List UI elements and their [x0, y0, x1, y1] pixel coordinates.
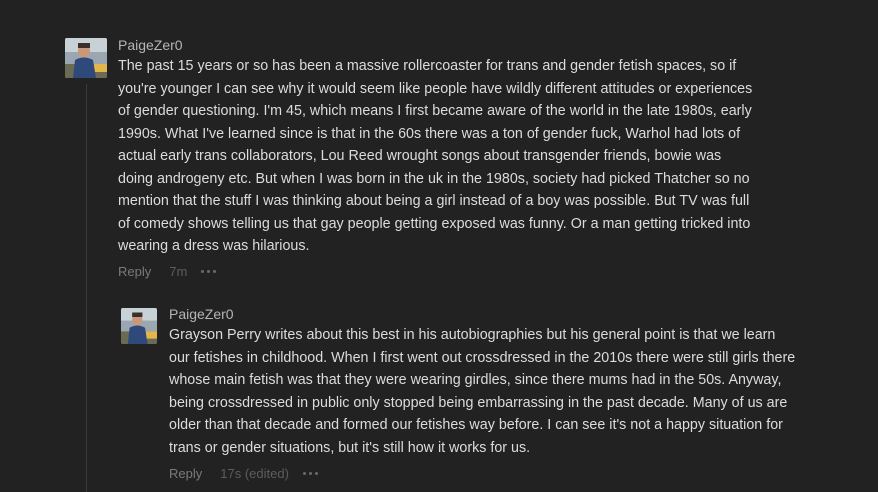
comment-text-line: our fetishes in childhood. When I first …	[169, 349, 796, 366]
comment-actions: Reply 7m	[118, 263, 752, 281]
timestamp[interactable]: 7m	[169, 264, 187, 279]
more-horizontal-icon[interactable]	[201, 267, 217, 277]
comment-body: PaigeZer0 The past 15 years or so has be…	[118, 36, 752, 281]
avatar-image	[65, 38, 107, 78]
comment-thread: PaigeZer0 The past 15 years or so has be…	[0, 0, 878, 492]
comment-text-line: wearing a dress was hilarious.	[118, 238, 310, 254]
thread-line[interactable]	[86, 84, 87, 492]
comment-text-line: whose main fetish was that they were wea…	[169, 372, 782, 388]
comment-text-line: older than that decade and formed our fe…	[169, 417, 783, 433]
avatar[interactable]	[121, 308, 157, 344]
comment-text-line: you're younger I can see why it would se…	[118, 80, 753, 97]
username[interactable]: PaigeZer0	[118, 36, 752, 54]
comment-actions: Reply 17s (edited)	[169, 464, 795, 482]
username[interactable]: PaigeZer0	[169, 305, 795, 323]
comment-text-line: doing androgeny etc. But when I was born…	[118, 170, 750, 187]
avatar-image	[121, 308, 157, 344]
comment-text-line: mention that the stuff I was thinking ab…	[118, 193, 750, 209]
comment-text: Grayson Perry writes about this best in …	[169, 324, 795, 459]
comment-text-line: actual early trans collaborators, Lou Re…	[118, 148, 722, 164]
comment-text-line: The past 15 years or so has been a massi…	[118, 58, 737, 74]
avatar[interactable]	[65, 38, 107, 78]
comment-text-line: 1990s. What I've learned since is that i…	[118, 125, 741, 142]
comment-body: PaigeZer0 Grayson Perry writes about thi…	[169, 305, 795, 482]
reply-button[interactable]: Reply	[169, 466, 202, 481]
comment-text-line: trans or gender situations, but it's sti…	[169, 439, 531, 456]
comment-text-line: being crossdressed in public only stoppe…	[169, 394, 788, 411]
comment-text: The past 15 years or so has been a massi…	[118, 55, 752, 258]
more-horizontal-icon[interactable]	[302, 468, 318, 478]
comment-text-line: of gender questioning. I'm 45, which mea…	[118, 103, 752, 119]
timestamp[interactable]: 17s (edited)	[220, 466, 289, 481]
comment-text-line: of comedy shows telling us that gay peop…	[118, 215, 751, 232]
reply-button[interactable]: Reply	[118, 264, 151, 279]
comment-text-line: Grayson Perry writes about this best in …	[169, 327, 776, 343]
